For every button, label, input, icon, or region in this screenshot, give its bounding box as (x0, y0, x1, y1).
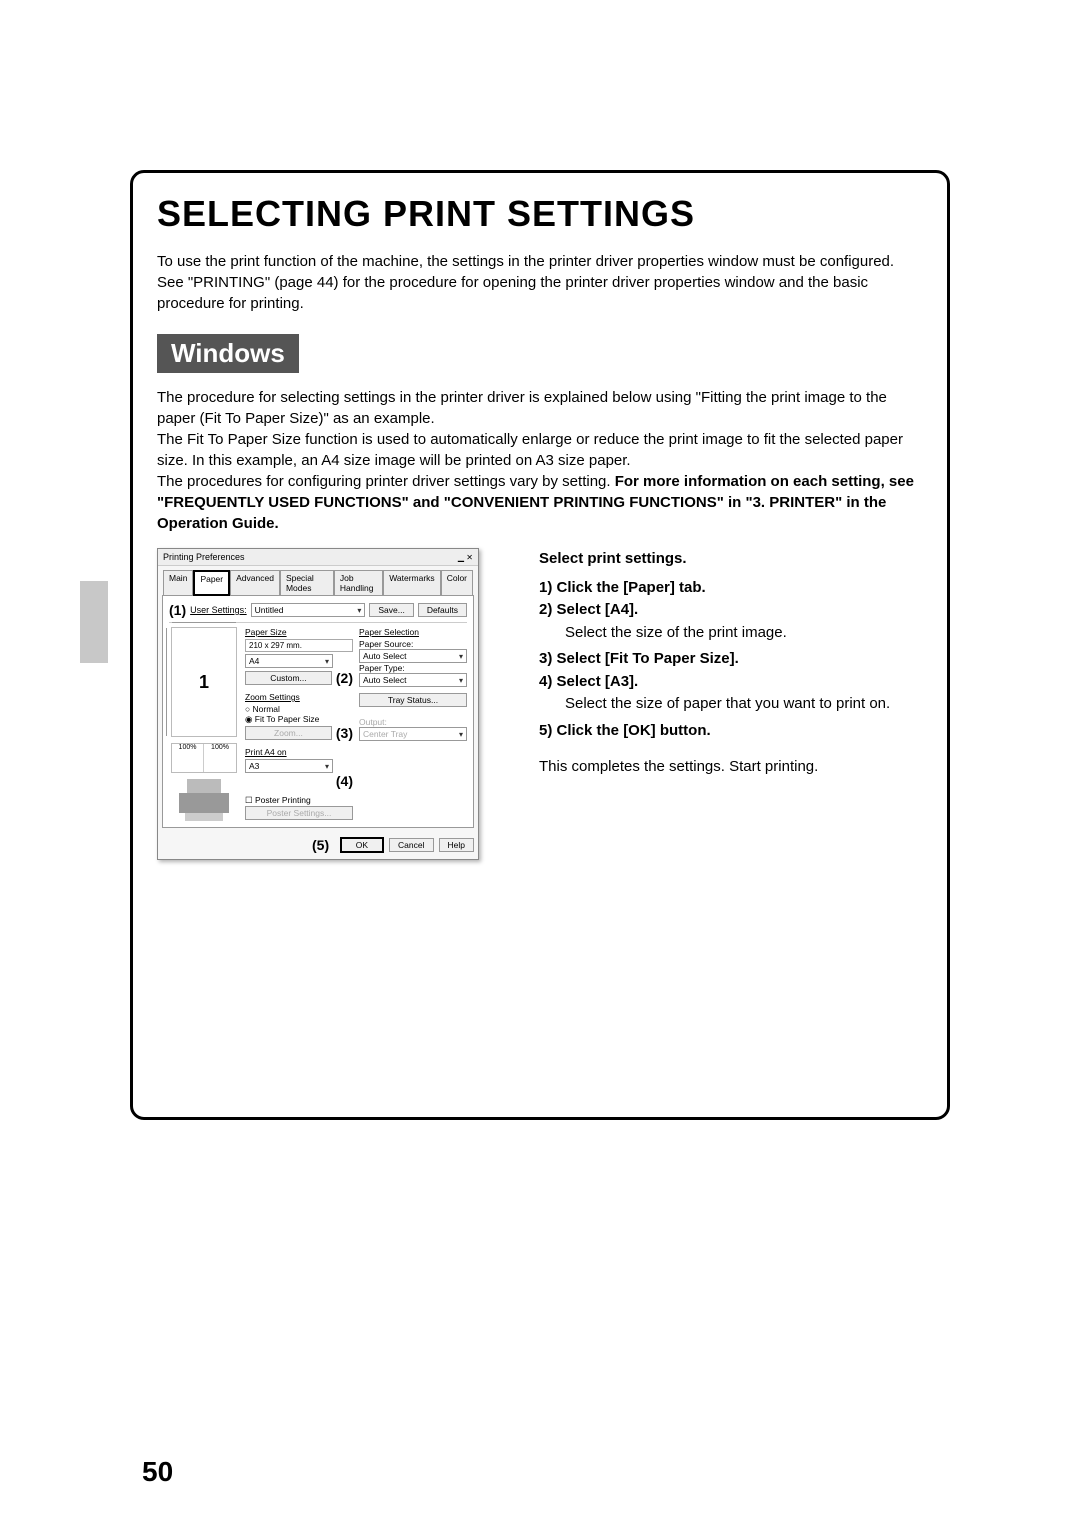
tab-job-handling[interactable]: Job Handling (334, 570, 383, 595)
paper-type-label: Paper Type: (359, 663, 405, 673)
save-button[interactable]: Save... (369, 603, 413, 617)
paper-size-label: Paper Size (245, 627, 353, 637)
page-title: SELECTING PRINT SETTINGS (157, 193, 923, 235)
defaults-button[interactable]: Defaults (418, 603, 467, 617)
tab-panel: (1) User Settings: Untitled Save... Defa… (162, 595, 474, 828)
step-4-detail: Select the size of paper that you want t… (565, 693, 923, 716)
user-settings-dropdown[interactable]: Untitled (251, 603, 366, 617)
print-on-label: Print A4 on (245, 747, 353, 757)
tabs-row: Main Paper Advanced Special Modes Job Ha… (158, 566, 478, 595)
poster-settings-button[interactable]: Poster Settings... (245, 806, 353, 820)
step-4: 4) Select [A3]. (539, 671, 923, 694)
radio-fit-label: Fit To Paper Size (255, 714, 320, 724)
user-settings-label: User Settings: (190, 605, 247, 615)
poster-label: Poster Printing (255, 795, 311, 805)
paper-type-value: Auto Select (363, 675, 406, 685)
ok-button[interactable]: OK (340, 837, 384, 853)
paper-selection-label: Paper Selection (359, 627, 467, 637)
tab-color[interactable]: Color (441, 570, 473, 595)
help-button[interactable]: Help (439, 838, 474, 852)
window-title: Printing Preferences (163, 552, 245, 562)
print-on-dropdown[interactable]: A3 (245, 759, 333, 773)
para-1: The procedure for selecting settings in … (157, 389, 887, 427)
tab-main[interactable]: Main (163, 570, 193, 595)
tab-paper[interactable]: Paper (193, 570, 230, 596)
step-2-detail: Select the size of the print image. (565, 622, 923, 645)
dialog-buttons: (5) OK Cancel Help (158, 832, 478, 859)
step-1: 1) Click the [Paper] tab. (539, 577, 923, 600)
output-label: Output: (359, 717, 467, 727)
tab-special-modes[interactable]: Special Modes (280, 570, 334, 595)
content-frame: SELECTING PRINT SETTINGS To use the prin… (130, 170, 950, 1120)
radio-normal-label: Normal (253, 704, 280, 714)
callout-3: (3) (336, 725, 353, 741)
paper-type-dropdown[interactable]: Auto Select (359, 673, 467, 687)
preview-page-number: 1 (199, 672, 209, 693)
para-2: The Fit To Paper Size function is used t… (157, 431, 903, 469)
tab-advanced[interactable]: Advanced (230, 570, 280, 595)
cancel-button[interactable]: Cancel (389, 838, 433, 852)
paper-size-dim: 210 x 297 mm. (245, 639, 353, 652)
completion-note: This completes the settings. Start print… (539, 756, 923, 779)
custom-button[interactable]: Custom... (245, 671, 332, 685)
intro-paragraph: To use the print function of the machine… (157, 251, 923, 314)
paper-size-value: A4 (249, 656, 259, 666)
tab-watermarks[interactable]: Watermarks (383, 570, 441, 595)
radio-normal[interactable]: ○ Normal (245, 704, 353, 714)
callout-4: (4) (336, 773, 353, 789)
section-tab (80, 581, 108, 663)
callout-1: (1) (169, 602, 186, 618)
body-paragraphs: The procedure for selecting settings in … (157, 387, 923, 534)
step-5: 5) Click the [OK] button. (539, 720, 923, 743)
window-titlebar: Printing Preferences ▁ ✕ (158, 549, 478, 566)
step-2: 2) Select [A4]. (539, 599, 923, 622)
page-number: 50 (142, 1456, 173, 1488)
callout-2: (2) (336, 670, 353, 686)
user-settings-value: Untitled (255, 605, 284, 615)
print-on-value: A3 (249, 761, 259, 771)
printing-preferences-window: Printing Preferences ▁ ✕ Main Paper Adva… (157, 548, 479, 860)
step-3: 3) Select [Fit To Paper Size]. (539, 648, 923, 671)
zoom-button[interactable]: Zoom... (245, 726, 332, 740)
output-dropdown[interactable]: Center Tray (359, 727, 467, 741)
paper-source-label: Paper Source: (359, 639, 413, 649)
radio-fit-to-paper[interactable]: ◉ Fit To Paper Size (245, 714, 353, 725)
page-preview: 1 (171, 627, 237, 737)
callout-5: (5) (312, 837, 329, 853)
poster-checkbox[interactable]: ☐ Poster Printing (245, 795, 353, 806)
os-badge: Windows (157, 334, 299, 373)
paper-source-value: Auto Select (363, 651, 406, 661)
paper-source-dropdown[interactable]: Auto Select (359, 649, 467, 663)
instructions-heading: Select print settings. (539, 548, 923, 571)
output-value: Center Tray (363, 729, 407, 739)
window-controls: ▁ ✕ (458, 553, 473, 562)
zoom-settings-label: Zoom Settings (245, 692, 353, 702)
tray-status-button[interactable]: Tray Status... (359, 693, 467, 707)
printer-illustration (179, 779, 229, 821)
instructions-column: Select print settings. 1) Click the [Pap… (539, 548, 923, 779)
nup-preview: 100% 100% (171, 743, 237, 773)
para-3a: The procedures for configuring printer d… (157, 473, 615, 490)
paper-size-dropdown[interactable]: A4 (245, 654, 333, 668)
